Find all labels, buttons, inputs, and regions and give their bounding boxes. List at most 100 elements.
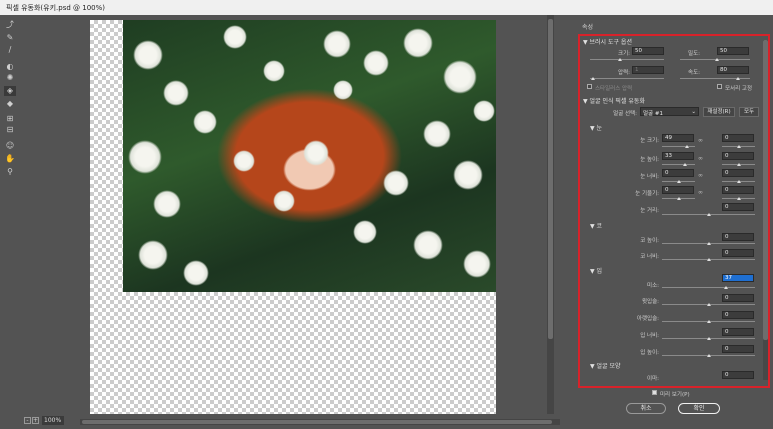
smooth-icon[interactable]: ∕ — [4, 45, 16, 55]
face-aware-header[interactable]: ▼ 얼굴 인식 픽셀 유동화 — [583, 96, 645, 105]
scrollbar-thumb[interactable] — [82, 420, 552, 424]
brush-pressure-slider[interactable] — [590, 77, 664, 80]
slider-knob[interactable] — [685, 145, 689, 148]
eye-size-right-slider[interactable] — [722, 145, 755, 148]
eye-height-left-slider[interactable] — [662, 163, 695, 166]
brush-options-header[interactable]: ▼ 브러시 도구 옵션 — [583, 37, 632, 46]
eye-distance-slider[interactable] — [662, 213, 755, 216]
eye-tilt-left-input[interactable]: 0 — [662, 186, 694, 194]
eye-size-left-input[interactable]: 49 — [662, 134, 694, 142]
slider-knob[interactable] — [715, 58, 719, 61]
eye-tilt-left-slider[interactable] — [662, 197, 695, 200]
nose-width-slider[interactable] — [662, 258, 755, 261]
canvas-vertical-scrollbar[interactable] — [547, 15, 554, 414]
brush-density-input[interactable]: 50 — [717, 47, 749, 55]
smile-slider[interactable] — [662, 286, 755, 289]
slider-knob[interactable] — [618, 58, 622, 61]
slider-knob[interactable] — [677, 197, 681, 200]
canvas-horizontal-scrollbar[interactable] — [80, 419, 560, 425]
stylus-pressure-checkbox[interactable] — [587, 84, 592, 89]
lower-lip-slider[interactable] — [662, 320, 755, 323]
zoom-in-button[interactable]: + — [32, 417, 39, 424]
pucker-icon[interactable]: ✺ — [4, 73, 16, 83]
image-preview[interactable] — [123, 20, 496, 292]
face-shape-header[interactable]: ▼ 얼굴 모양 — [590, 361, 621, 370]
eye-height-right-slider[interactable] — [722, 163, 755, 166]
slider-knob[interactable] — [737, 145, 741, 148]
brush-density-slider[interactable] — [680, 58, 750, 61]
mouth-height-input[interactable]: 0 — [722, 345, 754, 353]
pin-edges-checkbox[interactable] — [717, 84, 722, 89]
brush-rate-input[interactable]: 80 — [717, 66, 749, 74]
face-tool-icon[interactable]: ☺ — [4, 141, 16, 151]
scrollbar-thumb[interactable] — [763, 40, 768, 340]
upper-lip-slider[interactable] — [662, 303, 755, 306]
slider-knob[interactable] — [737, 197, 741, 200]
eye-height-right-input[interactable]: 0 — [722, 152, 754, 160]
eye-tilt-right-slider[interactable] — [722, 197, 755, 200]
slider-knob[interactable] — [707, 213, 711, 216]
zoom-out-button[interactable]: - — [24, 417, 31, 424]
nose-header[interactable]: ▼ 코 — [590, 221, 602, 230]
canvas-area[interactable] — [20, 15, 566, 416]
link-icon[interactable]: ∞ — [698, 137, 703, 144]
zoom-icon[interactable]: ⚲ — [4, 167, 16, 177]
slider-knob[interactable] — [736, 77, 740, 80]
brush-size-slider[interactable] — [590, 58, 664, 61]
slider-knob[interactable] — [591, 77, 595, 80]
eye-size-right-input[interactable]: 0 — [722, 134, 754, 142]
nose-height-input[interactable]: 0 — [722, 233, 754, 241]
panel-scrollbar[interactable] — [763, 40, 768, 380]
eye-size-left-slider[interactable] — [662, 145, 695, 148]
bloat-icon[interactable]: ◈ — [4, 86, 16, 96]
mouth-width-slider[interactable] — [662, 337, 755, 340]
link-icon[interactable]: ∞ — [698, 172, 703, 179]
mouth-width-input[interactable]: 0 — [722, 328, 754, 336]
upper-lip-input[interactable]: 0 — [722, 294, 754, 302]
slider-knob[interactable] — [724, 286, 728, 289]
brush-rate-slider[interactable] — [680, 77, 750, 80]
smile-input[interactable]: 37 — [722, 274, 754, 282]
forward-warp-icon[interactable]: ⤴ — [4, 20, 16, 30]
cancel-button[interactable]: 취소 — [626, 403, 666, 414]
eye-distance-input[interactable]: 0 — [722, 203, 754, 211]
freeze-mask-icon[interactable]: ⊞ — [4, 114, 16, 124]
link-icon[interactable]: ∞ — [698, 189, 703, 196]
slider-knob[interactable] — [707, 303, 711, 306]
reset-button[interactable]: 재설정(R) — [703, 107, 735, 117]
thaw-mask-icon[interactable]: ⊟ — [4, 125, 16, 135]
slider-knob[interactable] — [683, 163, 687, 166]
slider-knob[interactable] — [737, 163, 741, 166]
mouth-header[interactable]: ▼ 입 — [590, 266, 602, 275]
nose-width-input[interactable]: 0 — [722, 249, 754, 257]
slider-knob[interactable] — [707, 354, 711, 357]
mouth-height-slider[interactable] — [662, 354, 755, 357]
eye-width-right-input[interactable]: 0 — [722, 169, 754, 177]
zoom-level[interactable]: 100% — [42, 416, 64, 425]
slider-knob[interactable] — [707, 242, 711, 245]
twirl-icon[interactable]: ◐ — [4, 62, 16, 72]
eye-height-left-input[interactable]: 33 — [662, 152, 694, 160]
slider-knob[interactable] — [707, 258, 711, 261]
forehead-input[interactable]: 0 — [722, 371, 754, 379]
eye-width-left-input[interactable]: 0 — [662, 169, 694, 177]
link-icon[interactable]: ∞ — [698, 155, 703, 162]
lower-lip-input[interactable]: 0 — [722, 311, 754, 319]
push-left-icon[interactable]: ◆ — [4, 99, 16, 109]
eye-tilt-right-input[interactable]: 0 — [722, 186, 754, 194]
scrollbar-thumb[interactable] — [548, 19, 553, 339]
eyes-header[interactable]: ▼ 눈 — [590, 123, 602, 132]
slider-knob[interactable] — [737, 180, 741, 183]
face-select-dropdown[interactable]: 얼굴 #1 ⌄ — [640, 107, 699, 117]
eye-width-left-slider[interactable] — [662, 180, 695, 183]
nose-height-slider[interactable] — [662, 242, 755, 245]
slider-knob[interactable] — [677, 180, 681, 183]
preview-checkbox[interactable] — [652, 390, 657, 395]
slider-knob[interactable] — [707, 337, 711, 340]
hand-icon[interactable]: ✋ — [4, 154, 16, 164]
slider-knob[interactable] — [707, 320, 711, 323]
ok-button[interactable]: 확인 — [678, 403, 720, 414]
all-button[interactable]: 모두 — [739, 107, 759, 117]
eye-width-right-slider[interactable] — [722, 180, 755, 183]
reconstruct-icon[interactable]: ✎ — [4, 33, 16, 43]
